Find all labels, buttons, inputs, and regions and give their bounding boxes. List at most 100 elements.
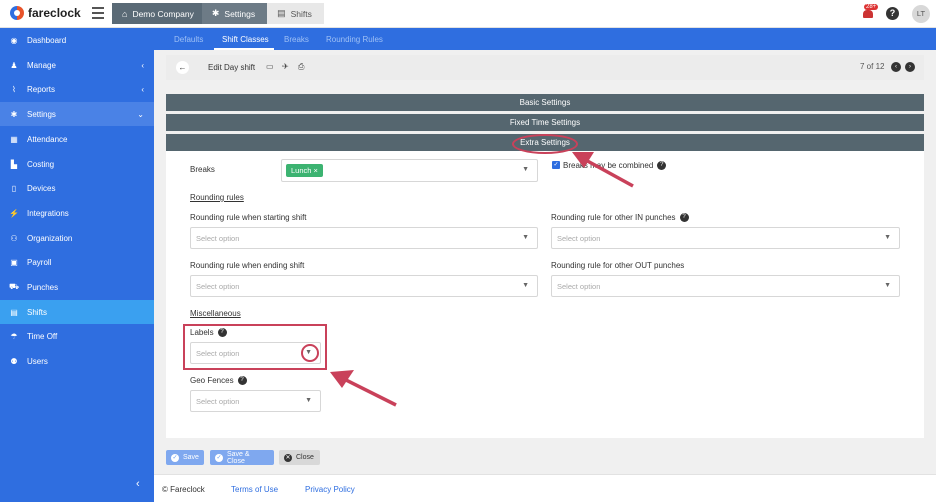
chevron-icon: ‹ — [141, 84, 144, 94]
plane-icon[interactable]: ✈ — [282, 62, 289, 71]
org-icon: ⚇ — [10, 233, 18, 243]
punch-icon: ⛟ — [9, 282, 20, 291]
chevron-icon: ‹ — [141, 60, 144, 70]
breaks-combine-checkbox[interactable]: ✓ — [552, 161, 560, 169]
sidebar-item-label: Shifts — [27, 307, 48, 317]
breaks-select[interactable]: Lunch × ▼ — [281, 159, 538, 182]
tab-rounding-rules[interactable]: Rounding Rules — [326, 35, 383, 44]
back-arrow-icon[interactable]: ← — [176, 61, 189, 74]
sidebar-item-dashboard[interactable]: ◉ Dashboard — [0, 28, 154, 52]
brand-name: fareclock — [28, 6, 81, 20]
save-button[interactable]: ✓ Save — [166, 450, 204, 465]
help-icon[interactable]: ? — [886, 7, 899, 20]
section-basic-settings[interactable]: Basic Settings — [166, 94, 924, 111]
terms-link[interactable]: Terms of Use — [231, 485, 278, 494]
gear-icon: ✱ — [10, 109, 18, 119]
breaks-label: Breaks — [190, 165, 215, 174]
rounding-start-select[interactable]: Select option ▼ — [190, 227, 538, 249]
avatar[interactable]: LT — [912, 5, 930, 23]
rounding-end-label: Rounding rule when ending shift — [190, 261, 305, 270]
close-button[interactable]: ✕ Close — [279, 450, 320, 465]
notifications-button[interactable]: 28+ — [861, 4, 879, 20]
record-pager: 7 of 12 — [860, 62, 885, 71]
close-icon: ✕ — [284, 453, 292, 462]
tab-defaults[interactable]: Defaults — [174, 35, 203, 44]
sidebar-item-label: Attendance — [27, 134, 68, 144]
annotation-highlight-ellipse — [512, 134, 578, 154]
device-icon: ▯ — [11, 183, 17, 193]
sidebar: ◉ Dashboard ♟ Manage ‹ ⌇ Reports ‹ ✱ Settings ⌄ ▦ At… — [0, 28, 154, 502]
print-icon[interactable]: ⎙ — [298, 62, 304, 72]
rounding-other-out-select[interactable]: Select option ▼ — [551, 275, 900, 297]
sidebar-item-manage[interactable]: ♟ Manage ‹ — [0, 53, 154, 77]
payroll-icon: ▣ — [10, 257, 18, 267]
check-icon: ✓ — [215, 453, 223, 462]
rounding-end-select[interactable]: Select option ▼ — [190, 275, 538, 297]
chevron-down-icon: ▼ — [522, 234, 529, 241]
lunch-tag[interactable]: Lunch × — [286, 164, 323, 177]
sidebar-item-organization[interactable]: ⚇ Organization — [0, 226, 154, 250]
id-card-icon[interactable]: ▭ — [266, 62, 274, 71]
breadcrumb-settings[interactable]: ✱ Settings — [201, 3, 268, 24]
sidebar-item-label: Settings — [27, 109, 56, 119]
tab-breaks[interactable]: Breaks — [284, 35, 309, 44]
sidebar-item-users[interactable]: ⚉ Users — [0, 349, 154, 373]
help-icon[interactable]: ? — [679, 213, 689, 223]
breadcrumb-company[interactable]: ⌂ Demo Company — [112, 3, 202, 24]
sidebar-item-time-off[interactable]: ☂ Time Off — [0, 324, 154, 348]
active-tab-indicator — [214, 48, 274, 50]
gear-icon: ✱ — [211, 8, 220, 18]
privacy-link[interactable]: Privacy Policy — [305, 485, 355, 494]
sidebar-item-label: Integrations — [27, 208, 69, 218]
previous-record-button[interactable]: ‹ — [891, 62, 901, 72]
next-record-button[interactable]: › — [905, 62, 915, 72]
sidebar-item-label: Punches — [27, 282, 59, 292]
rounding-other-in-select[interactable]: Select option ▼ — [551, 227, 900, 249]
edit-header: ← Edit Day shift ▭ ✈ ⎙ 7 of 12 ‹ › — [166, 55, 924, 80]
help-icon[interactable]: ? — [657, 161, 667, 171]
sidebar-item-devices[interactable]: ▯ Devices — [0, 176, 154, 200]
sidebar-item-label: Dashboard — [27, 35, 67, 45]
tab-shift-classes[interactable]: Shift Classes — [222, 35, 269, 44]
users-icon: ⚉ — [10, 356, 18, 366]
breadcrumb-shifts[interactable]: ▤ Shifts — [267, 3, 324, 24]
chevron-down-icon: ▼ — [305, 397, 312, 404]
sidebar-item-settings[interactable]: ✱ Settings ⌄ — [0, 102, 154, 126]
logo[interactable]: fareclock — [10, 6, 81, 20]
section-fixed-time-settings[interactable]: Fixed Time Settings — [166, 114, 924, 131]
copyright: © Fareclock — [162, 485, 205, 494]
annotation-highlight-circle — [301, 344, 319, 362]
page-title: Edit Day shift — [208, 63, 256, 72]
sidebar-item-shifts[interactable]: ▤ Shifts — [0, 300, 154, 324]
chevron-down-icon: ▼ — [522, 166, 529, 173]
rounding-other-in-label: Rounding rule for other IN punches? — [551, 213, 689, 223]
sidebar-item-label: Manage — [27, 60, 56, 70]
collapse-sidebar-icon[interactable]: ‹ — [136, 478, 140, 490]
rounding-other-out-label: Rounding rule for other OUT punches — [551, 261, 685, 270]
top-bar: fareclock ⌂ Demo Company ✱ Settings ▤ Sh… — [0, 0, 936, 28]
sidebar-item-costing[interactable]: ▙ Costing — [0, 152, 154, 176]
help-icon[interactable]: ? — [237, 376, 247, 386]
sidebar-item-label: Costing — [27, 159, 55, 169]
menu-icon[interactable] — [92, 7, 104, 19]
sidebar-item-attendance[interactable]: ▦ Attendance — [0, 127, 154, 151]
time-off-icon: ☂ — [10, 331, 18, 341]
check-icon: ✓ — [171, 453, 179, 462]
chevron-down-icon: ▼ — [884, 282, 891, 289]
sidebar-item-payroll[interactable]: ▣ Payroll — [0, 250, 154, 274]
footer: © Fareclock Terms of Use Privacy Policy — [154, 474, 936, 502]
save-close-button[interactable]: ✓ Save & Close — [210, 450, 274, 465]
sidebar-item-integrations[interactable]: ⚡ Integrations — [0, 201, 154, 225]
sidebar-item-punches[interactable]: ⛟ Punches — [0, 275, 154, 299]
sidebar-item-label: Organization — [27, 233, 73, 243]
chart-icon: ⌇ — [12, 84, 16, 94]
sidebar-item-label: Time Off — [27, 331, 58, 341]
miscellaneous-heading: Miscellaneous — [190, 309, 241, 318]
bell-icon — [863, 10, 873, 18]
sidebar-item-reports[interactable]: ⌇ Reports ‹ — [0, 77, 154, 101]
plug-icon: ⚡ — [9, 208, 19, 218]
chevron-down-icon: ▼ — [522, 282, 529, 289]
settings-subtabs: Defaults Shift Classes Breaks Rounding R… — [154, 28, 936, 50]
sidebar-item-label: Payroll — [27, 257, 52, 267]
geo-fences-select[interactable]: Select option ▼ — [190, 390, 321, 412]
